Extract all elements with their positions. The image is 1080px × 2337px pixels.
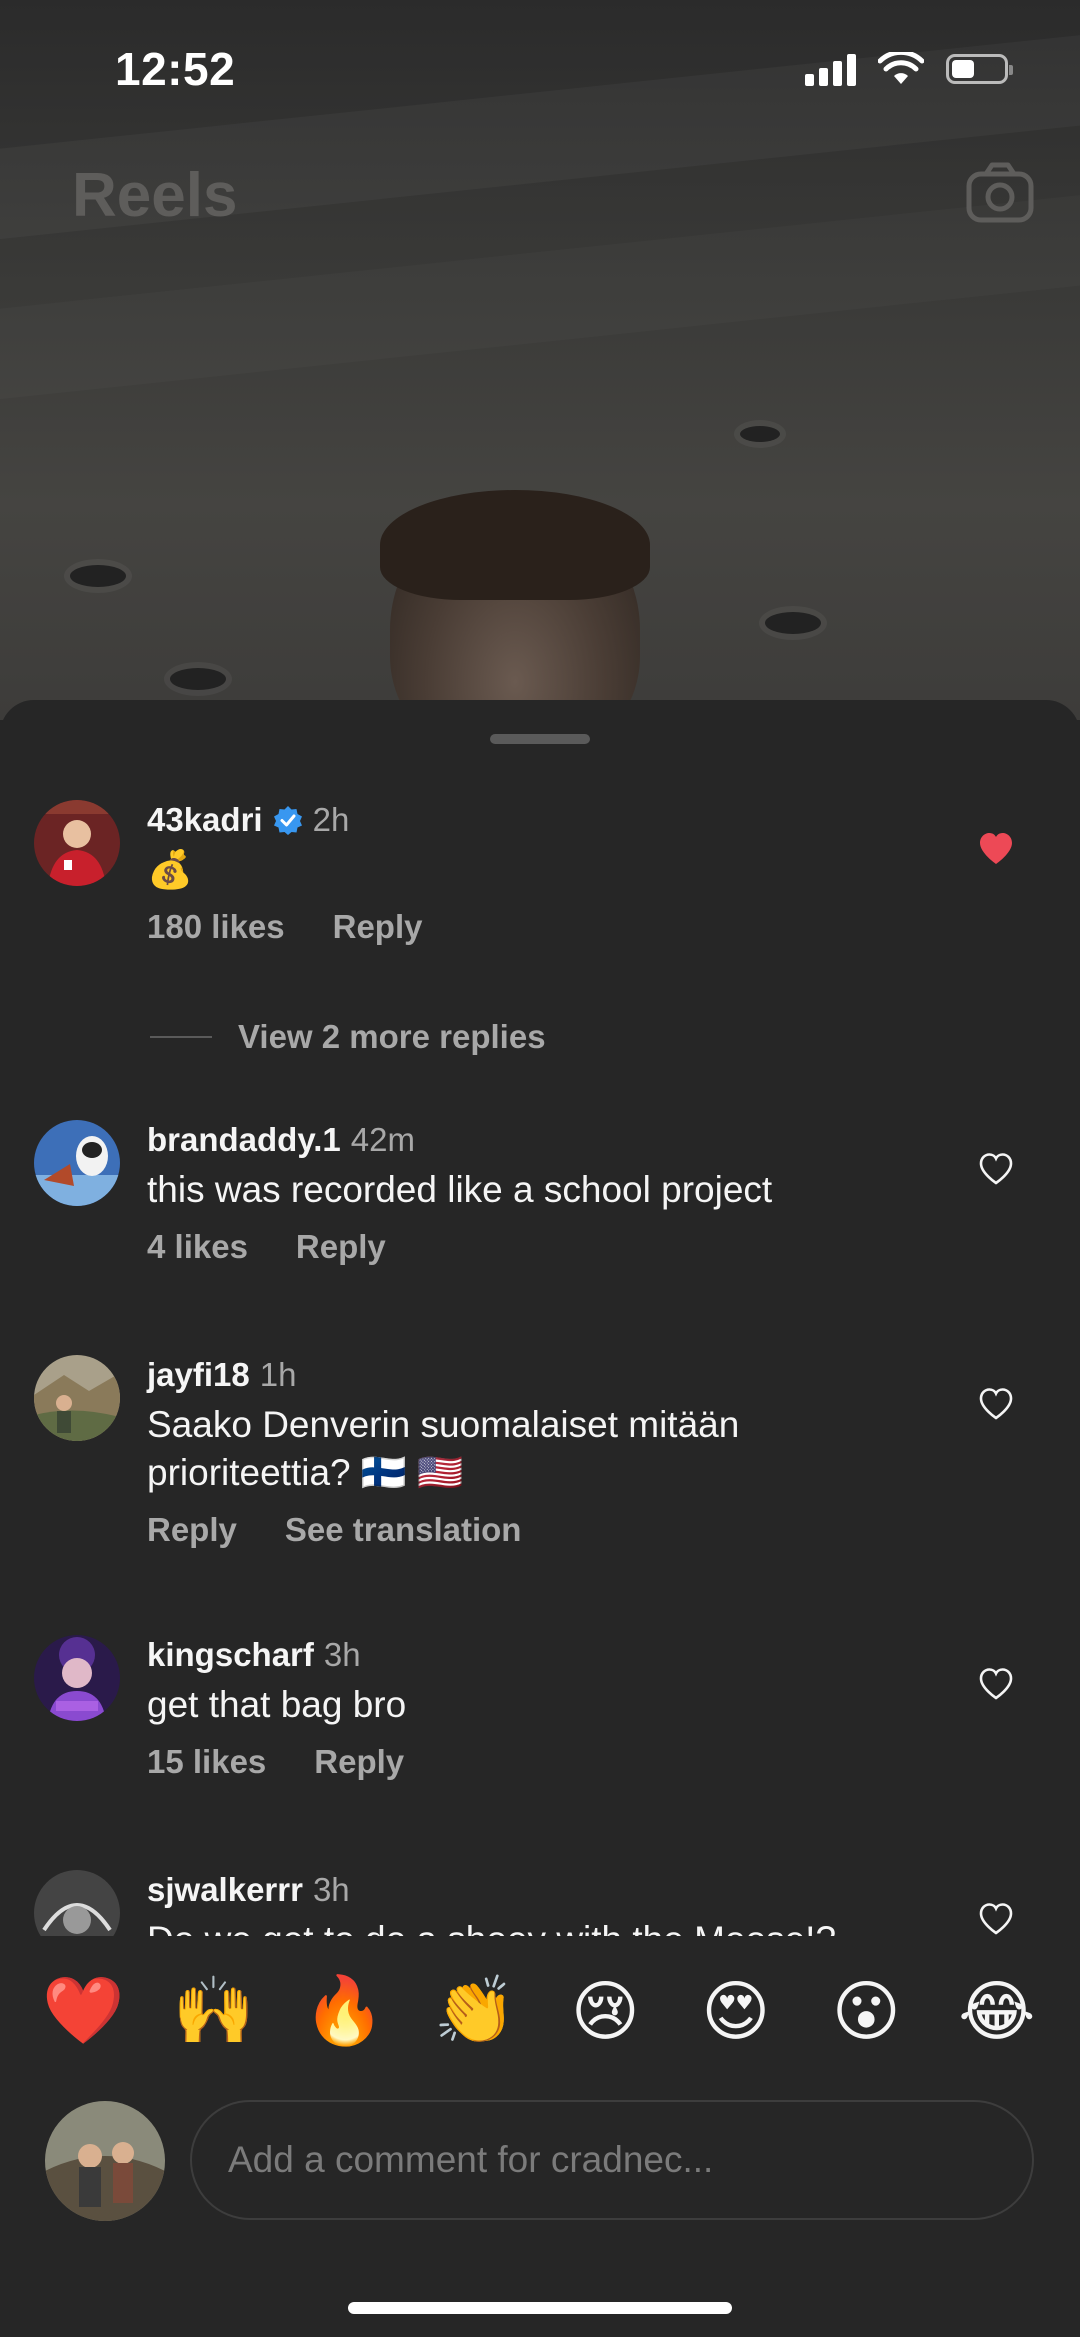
comment-time: 42m	[350, 1121, 415, 1158]
battery-icon	[946, 54, 1013, 84]
reply-button[interactable]: Reply	[296, 1228, 386, 1266]
avatar[interactable]	[34, 1635, 120, 1721]
comment-text: 💰	[147, 849, 194, 890]
reaction-crying-button[interactable]: 😢	[560, 1973, 650, 2050]
page-title: Reels	[72, 161, 238, 230]
comment-composer	[0, 2086, 1080, 2246]
reaction-heart-eyes-button[interactable]: 😍	[691, 1973, 781, 2050]
divider	[150, 1036, 212, 1038]
see-translation-button[interactable]: See translation	[285, 1511, 522, 1549]
avatar[interactable]	[34, 800, 120, 886]
comment-text: get that bag bro	[147, 1684, 407, 1725]
comment-text: Do we get to do a shoey with the Moose!?	[147, 1916, 950, 1936]
comment-username[interactable]: kingscharf	[147, 1635, 314, 1675]
comment-text: this was recorded like a school project	[147, 1169, 773, 1210]
comment-username[interactable]: sjwalkerrr	[147, 1870, 303, 1910]
reaction-heart-button[interactable]: ❤️	[38, 1972, 128, 2050]
avatar[interactable]	[34, 1355, 120, 1441]
camera-icon[interactable]	[966, 162, 1034, 224]
reply-button[interactable]: Reply	[314, 1743, 404, 1781]
view-more-replies-label: View 2 more replies	[238, 1018, 546, 1055]
comment-input[interactable]	[190, 2100, 1034, 2220]
comment-username[interactable]: 43kadri	[147, 800, 263, 840]
comment-username[interactable]: jayfi18	[147, 1355, 250, 1395]
sheet-drag-handle[interactable]	[490, 734, 590, 744]
status-bar: 12:52	[0, 0, 1080, 140]
comment-likes[interactable]: 4 likes	[147, 1228, 248, 1266]
comment-username[interactable]: brandaddy.1	[147, 1120, 341, 1160]
reaction-fire-button[interactable]: 🔥	[299, 1972, 389, 2050]
comment-time: 2h	[312, 801, 350, 838]
reaction-surprised-button[interactable]: 😮	[821, 1973, 911, 2050]
avatar[interactable]	[34, 1870, 120, 1936]
heart-filled-icon[interactable]	[978, 832, 1014, 866]
reaction-clap-button[interactable]: 👏	[430, 1972, 520, 2050]
current-user-avatar	[45, 2101, 165, 2221]
cellular-signal-icon	[805, 52, 856, 86]
comment-item: sjwalkerrr 3h Do we get to do a shoey wi…	[0, 1870, 1080, 1936]
comment-likes[interactable]: 180 likes	[147, 908, 285, 946]
comment-time: 3h	[312, 1871, 350, 1908]
view-more-replies-button[interactable]: View 2 more replies	[150, 1018, 546, 1056]
verified-badge-icon	[273, 806, 302, 835]
home-indicator[interactable]	[348, 2302, 732, 2314]
wifi-icon	[878, 52, 924, 84]
heart-outline-icon[interactable]	[978, 1387, 1014, 1421]
heart-outline-icon[interactable]	[978, 1667, 1014, 1701]
reaction-raised-hands-button[interactable]: 🙌	[169, 1972, 259, 2050]
comment-time: 3h	[323, 1636, 361, 1673]
reply-button[interactable]: Reply	[333, 908, 423, 946]
comment-likes[interactable]: 15 likes	[147, 1743, 266, 1781]
heart-outline-icon[interactable]	[978, 1902, 1014, 1936]
comment-time: 1h	[259, 1356, 297, 1393]
avatar[interactable]	[34, 1120, 120, 1206]
quick-reactions-bar: ❤️ 🙌 🔥 👏 😢 😍 😮 😂	[0, 1936, 1080, 2086]
reaction-laughing-button[interactable]: 😂	[952, 1973, 1042, 2050]
comment-text: Saako Denverin suomalaiset mitään priori…	[147, 1404, 740, 1493]
heart-outline-icon[interactable]	[978, 1152, 1014, 1186]
status-time: 12:52	[115, 43, 236, 95]
reply-button[interactable]: Reply	[147, 1511, 237, 1549]
